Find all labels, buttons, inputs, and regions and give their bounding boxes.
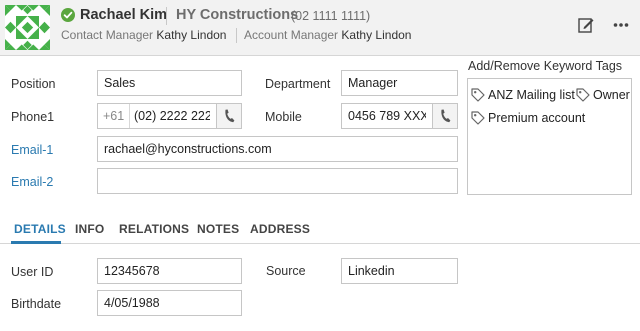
mobile-call-button[interactable]	[432, 104, 457, 128]
birthdate-field[interactable]	[97, 290, 242, 316]
edit-icon	[578, 18, 594, 33]
contact-manager: Contact Manager Kathy Lindon	[61, 28, 226, 42]
tags-box[interactable]: ANZ Mailing list Owner Premium account	[467, 78, 632, 195]
phone1-call-button[interactable]	[216, 104, 241, 128]
user-id-field[interactable]	[97, 258, 242, 284]
tab-address[interactable]: ADDRESS	[250, 222, 310, 236]
tag-label: ANZ Mailing list	[488, 88, 575, 102]
email1-input[interactable]	[98, 137, 457, 161]
tabs-divider	[0, 243, 640, 244]
phone-icon	[441, 109, 451, 123]
tag-label: Owner	[593, 88, 630, 102]
contact-header: Rachael Kim HY Constructions (02 1111 11…	[0, 0, 640, 56]
source-field[interactable]	[341, 258, 458, 284]
tag-label: Premium account	[488, 111, 586, 125]
department-label: Department	[265, 77, 331, 91]
company-name[interactable]: HY Constructions	[176, 7, 298, 23]
tag-icon	[471, 111, 485, 125]
mobile-label: Mobile	[265, 110, 302, 124]
phone1-input[interactable]	[130, 104, 216, 128]
tag-icon	[576, 88, 590, 102]
email2-field[interactable]	[97, 168, 458, 194]
tab-relations[interactable]: RELATIONS	[119, 222, 189, 236]
tag-premium-account[interactable]: Premium account	[471, 111, 585, 125]
phone1-country-code[interactable]: +61	[98, 104, 130, 128]
account-manager-value: Kathy Lindon	[341, 28, 412, 42]
edit-button[interactable]	[575, 14, 597, 36]
birthdate-label: Birthdate	[11, 297, 62, 311]
tab-details[interactable]: DETAILS	[14, 222, 66, 236]
verified-check-icon	[61, 8, 75, 22]
contact-manager-label: Contact Manager	[61, 28, 154, 42]
user-id-label: User ID	[11, 265, 54, 279]
active-tab-indicator	[11, 241, 61, 244]
mobile-input[interactable]	[342, 104, 432, 128]
title-divider	[166, 7, 167, 25]
department-field[interactable]	[341, 70, 458, 96]
user-id-input[interactable]	[98, 259, 241, 283]
position-field[interactable]	[97, 70, 242, 96]
position-label: Position	[11, 77, 56, 91]
more-icon	[613, 23, 629, 27]
company-phone: (02 1111 1111)	[291, 9, 371, 23]
email2-input[interactable]	[98, 169, 457, 193]
phone1-label: Phone1	[11, 110, 55, 124]
email1-link[interactable]: Email-1	[11, 143, 53, 157]
tags-title[interactable]: Add/Remove Keyword Tags	[468, 59, 622, 73]
avatar	[5, 5, 50, 50]
department-input[interactable]	[342, 71, 457, 95]
more-button[interactable]	[610, 14, 632, 36]
contact-name: Rachael Kim	[80, 7, 168, 23]
mobile-field[interactable]	[341, 103, 458, 129]
source-input[interactable]	[342, 259, 457, 283]
tag-anz-mailing-list[interactable]: ANZ Mailing list	[471, 88, 575, 102]
manager-divider	[236, 28, 237, 43]
email1-field[interactable]	[97, 136, 458, 162]
phone-icon	[225, 109, 235, 123]
email2-link[interactable]: Email-2	[11, 175, 53, 189]
contact-manager-value: Kathy Lindon	[156, 28, 227, 42]
tag-owner[interactable]: Owner	[576, 88, 630, 102]
tag-icon	[471, 88, 485, 102]
account-manager: Account Manager Kathy Lindon	[244, 28, 411, 42]
source-label: Source	[266, 264, 306, 278]
birthdate-input[interactable]	[98, 291, 241, 315]
position-input[interactable]	[98, 71, 241, 95]
tab-info[interactable]: INFO	[75, 222, 104, 236]
account-manager-label: Account Manager	[244, 28, 339, 42]
tab-notes[interactable]: NOTES	[197, 222, 239, 236]
phone1-field[interactable]: +61	[97, 103, 242, 129]
